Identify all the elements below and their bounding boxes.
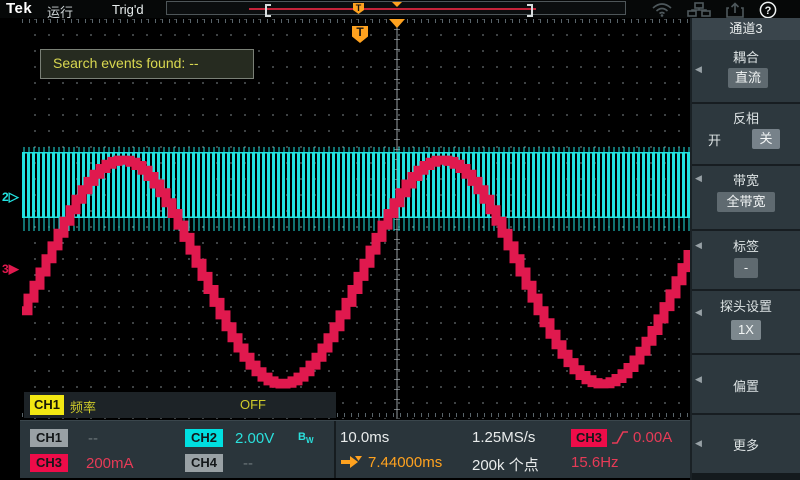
horizontal-position-bar[interactable]: T [166,1,626,15]
file-share-icon [725,2,747,18]
coupling-side-arrow-icon[interactable]: ◀ [695,64,702,75]
bandwidth-side-arrow-icon[interactable]: ◀ [695,173,702,184]
invert-on-option[interactable]: 开 [708,130,721,149]
ch1-badge[interactable]: CH1 [30,429,68,447]
trigger-source-badge[interactable]: CH3 [571,429,607,447]
section-divider [692,353,800,355]
help-icon[interactable]: ? [759,1,777,19]
trigger-slope-icon [610,428,630,446]
coupling-value-button[interactable]: 直流 [728,68,768,88]
label-label: 标签 [692,236,800,255]
delay-arrow-icon [340,455,364,471]
side-menu-channel3: 通道3 耦合 直流 ◀ 反相 开 关 带宽 全带宽 ◀ 标签 - ◀ 探头设置 … [690,18,800,480]
sample-rate: 1.25MS/s [472,429,535,446]
ch2-badge[interactable]: CH2 [185,429,223,447]
ch2-bandwidth-limit-icon: BW [298,431,314,445]
tek-logo: Tek [6,0,32,17]
coupling-label: 耦合 [692,47,800,66]
side-menu-footer [692,473,800,480]
search-events-text: Search events found: -- [53,55,199,71]
network-icon [687,2,711,17]
offset-label: 偏置 [692,376,800,395]
side-menu-title: 通道3 [692,18,800,40]
waveform-graticule: T [22,19,690,419]
more-label: 更多 [692,435,800,454]
trigger-position-mini-icon[interactable]: T [353,3,364,14]
oscilloscope-screen: Tek 运行 Trig'd T ? [0,0,800,480]
ch4-badge[interactable]: CH4 [185,454,223,472]
measurement-bar[interactable]: CH1 频率 OFF [24,392,336,418]
ch3-scale: 200mA [86,455,134,472]
ch4-scale: -- [243,455,253,472]
ch3-marker-number: 3 [2,262,9,276]
horizontal-delay: 7.44000ms [368,454,442,471]
ch3-badge[interactable]: CH3 [30,454,68,472]
trigger-frequency: 15.6Hz [571,454,619,471]
trigger-level: 0.00A [633,429,672,446]
ch2-marker-number: 2 [2,190,9,204]
ch1-scale: -- [88,430,98,447]
invert-off-option[interactable]: 关 [752,129,780,149]
bandwidth-value-button[interactable]: 全带宽 [717,192,775,212]
measurement-source-badge: CH1 [30,395,64,415]
wifi-icon [650,2,674,17]
probe-setup-label: 探头设置 [692,296,800,315]
record-view-line [249,8,536,10]
status-divider [334,421,336,478]
section-divider [692,164,800,166]
top-bar: Tek 运行 Trig'd T ? [0,0,800,18]
bandwidth-label: 带宽 [692,170,800,189]
expansion-point-mini-icon[interactable] [392,2,402,7]
measurement-value: OFF [240,397,266,412]
ch2-position-marker[interactable]: 2▷ [2,189,19,205]
probe-setup-side-arrow-icon[interactable]: ◀ [695,307,702,318]
section-divider [692,229,800,231]
waveform-traces [22,19,690,419]
status-bar: CH1 -- CH2 2.00V BW CH3 200mA CH4 -- 10.… [20,420,690,478]
record-view-right-bracket [527,4,533,17]
measurement-type-label: 频率 [70,397,96,416]
trigger-status: Trig'd [112,2,144,17]
horizontal-scale: 10.0ms [340,429,389,446]
section-divider [692,413,800,415]
trigger-point-marker[interactable] [389,19,405,28]
ch3-marker-arrow-icon: ▶ [9,261,19,276]
offset-side-arrow-icon[interactable]: ◀ [695,374,702,385]
invert-label: 反相 [692,108,800,127]
more-side-arrow-icon[interactable]: ◀ [695,438,702,449]
svg-text:?: ? [765,5,772,17]
label-side-arrow-icon[interactable]: ◀ [695,240,702,251]
section-divider [692,289,800,291]
label-value-button[interactable]: - [734,258,758,278]
probe-setup-value-button[interactable]: 1X [731,320,761,340]
record-length: 200k 个点 [472,454,539,475]
search-events-banner: Search events found: -- [40,49,254,79]
ch2-scale: 2.00V [235,430,274,447]
section-divider [692,102,800,104]
record-view-left-bracket [265,4,271,17]
ch3-position-marker[interactable]: 3▶ [2,261,19,277]
ch2-marker-arrow-icon: ▷ [9,189,19,204]
